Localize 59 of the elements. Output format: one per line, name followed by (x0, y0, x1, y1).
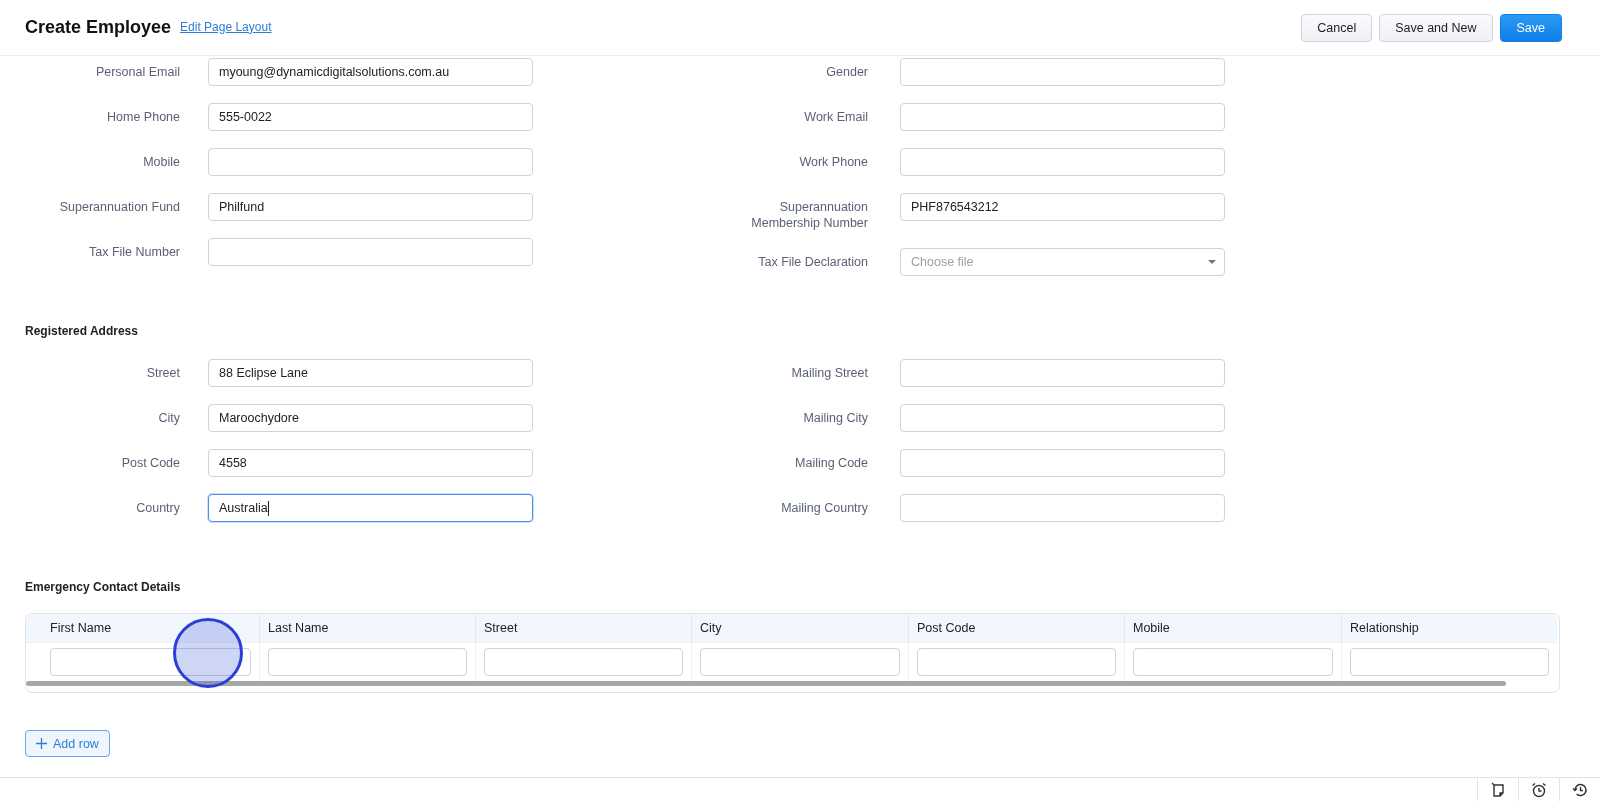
input-field[interactable] (484, 648, 683, 676)
input-field[interactable]: Philfund (208, 193, 533, 221)
input-field[interactable]: Maroochydore (208, 404, 533, 432)
add-row-button[interactable]: Add row (25, 730, 110, 757)
input-field[interactable]: PHF876543212 (900, 193, 1225, 221)
input-field[interactable] (900, 359, 1225, 387)
field-label: City (157, 410, 180, 426)
plus-icon (36, 738, 47, 749)
input-field[interactable] (900, 103, 1225, 131)
field-label: Gender (825, 64, 868, 80)
input-field[interactable] (700, 648, 900, 676)
column-header: First Name (26, 614, 259, 642)
secondary-button[interactable]: Cancel (1301, 13, 1373, 42)
field-label: Tax File Number (88, 244, 180, 260)
field-label: Mailing Street (790, 365, 868, 381)
input-field[interactable] (268, 648, 467, 676)
input-field[interactable] (1133, 648, 1333, 676)
field-label: Mailing Code (794, 455, 868, 471)
input-field[interactable]: myoung@dynamicdigitalsolutions.com.au (208, 58, 533, 86)
column-header: Street (475, 614, 691, 642)
input-field[interactable]: Australia (208, 494, 533, 522)
column-header: Relationship (1341, 614, 1557, 642)
page-title: Create Employee (25, 17, 172, 38)
input-field[interactable]: 88 Eclipse Lane (208, 359, 533, 387)
edit-layout-link[interactable]: Edit Page Layout (180, 19, 272, 34)
field-label: Superannuation Fund (58, 199, 180, 215)
input-field[interactable] (208, 238, 533, 266)
scrollbar[interactable] (26, 681, 1506, 686)
input-field[interactable] (900, 494, 1225, 522)
input-field[interactable] (900, 148, 1225, 176)
field-label: Work Email (803, 109, 868, 125)
section-heading: Registered Address (25, 324, 139, 338)
column-header: City (691, 614, 908, 642)
column-header: Post Code (908, 614, 1124, 642)
input-field[interactable] (900, 58, 1225, 86)
column-header: Mobile (1124, 614, 1341, 642)
field-label: Work Phone (798, 154, 868, 170)
section-heading: Emergency Contact Details (25, 580, 182, 594)
field-label: Post Code (120, 455, 180, 471)
secondary-button[interactable]: Save and New (1379, 13, 1493, 42)
field-label: Mailing City (802, 410, 868, 426)
field-label: Mailing Country (780, 500, 868, 516)
input-field[interactable] (900, 449, 1225, 477)
field-label: Superannuation Membership Number (750, 199, 868, 231)
input-field[interactable] (917, 648, 1116, 676)
field-label: Mobile (142, 154, 180, 170)
field-label: Personal Email (94, 64, 180, 80)
caret-icon (1208, 260, 1216, 264)
input-field[interactable]: 4558 (208, 449, 533, 477)
input-field[interactable] (1350, 648, 1549, 676)
field-label: Home Phone (106, 109, 180, 125)
field-label: Tax File Declaration (757, 254, 868, 270)
input-field[interactable]: 555-0022 (208, 103, 533, 131)
field-label: Country (135, 500, 180, 516)
column-header: Last Name (259, 614, 475, 642)
input-field[interactable] (208, 148, 533, 176)
input-field[interactable] (900, 404, 1225, 432)
input-field[interactable] (50, 648, 251, 676)
field-label: Street (145, 365, 180, 381)
